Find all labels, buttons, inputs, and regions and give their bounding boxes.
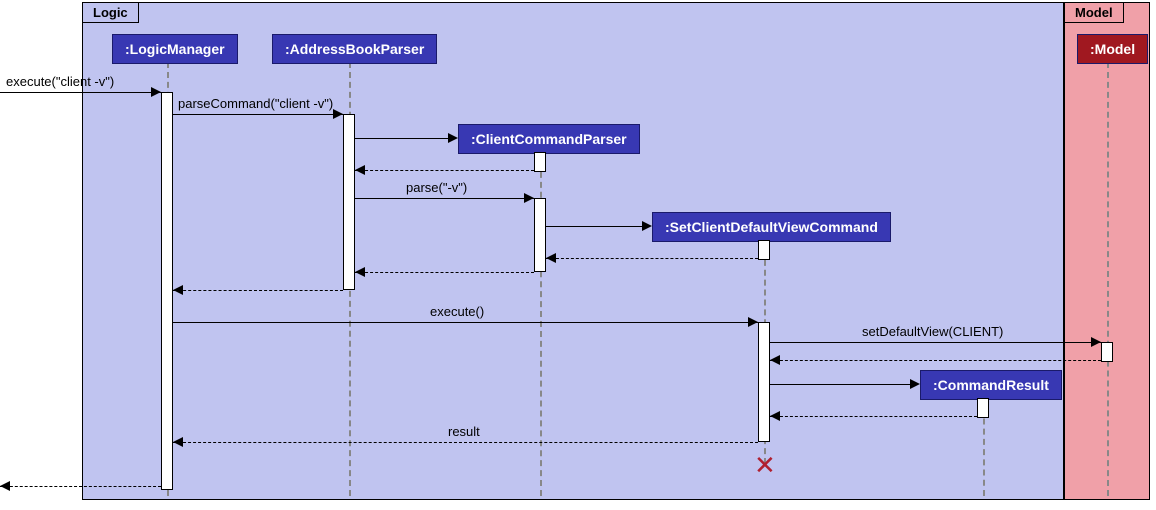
activation-setclientdefaultviewcommand-1 xyxy=(758,240,770,260)
line-setdefaultview xyxy=(770,342,1101,343)
lifeline-model xyxy=(1107,62,1109,496)
arrow-create-ccp xyxy=(448,133,458,143)
msg-setdefaultview: setDefaultView(CLIENT) xyxy=(862,324,1003,339)
line-execute-entry xyxy=(0,92,161,93)
line-create-ccp xyxy=(355,138,455,139)
line-create-cr xyxy=(770,384,918,385)
line-return-scdvc1 xyxy=(546,258,758,259)
participant-clientcommandparser: :ClientCommandParser xyxy=(458,124,640,154)
msg-parsecommand: parseCommand("client -v") xyxy=(178,96,333,111)
activation-model xyxy=(1101,342,1113,362)
participant-logicmanager: :LogicManager xyxy=(112,34,238,64)
line-create-scdvc xyxy=(546,226,650,227)
line-parse xyxy=(355,198,534,199)
arrow-exit xyxy=(0,481,10,491)
participant-addressbookparser: :AddressBookParser xyxy=(272,34,437,64)
line-return-ccp2 xyxy=(355,272,534,273)
line-exit xyxy=(0,486,161,487)
activation-commandresult xyxy=(977,398,989,418)
line-parsecommand xyxy=(173,114,343,115)
arrow-execute-entry xyxy=(151,87,161,97)
msg-execute-call: execute() xyxy=(430,304,484,319)
destroy-icon: ✕ xyxy=(754,450,776,481)
line-return-cr xyxy=(770,416,977,417)
model-frame-label: Model xyxy=(1065,3,1124,23)
activation-clientcommandparser-1 xyxy=(534,152,546,172)
arrow-execute-call xyxy=(748,317,758,327)
activation-logicmanager xyxy=(161,92,173,490)
line-return-ccp1 xyxy=(355,170,534,171)
arrow-return-scdvc1 xyxy=(546,253,556,263)
activation-addressbookparser xyxy=(343,114,355,290)
participant-setclientdefaultviewcommand: :SetClientDefaultViewCommand xyxy=(652,212,891,242)
line-return-abp xyxy=(173,290,343,291)
arrow-parse xyxy=(524,193,534,203)
arrow-parsecommand xyxy=(333,109,343,119)
msg-parse: parse("-v") xyxy=(406,180,467,195)
arrow-create-cr xyxy=(910,379,920,389)
line-return-model xyxy=(770,360,1101,361)
arrow-create-scdvc xyxy=(642,221,652,231)
arrow-return-cr xyxy=(770,411,780,421)
participant-model: :Model xyxy=(1077,34,1148,64)
line-execute-call xyxy=(173,322,758,323)
participant-commandresult: :CommandResult xyxy=(920,370,1062,400)
logic-frame: Logic xyxy=(82,2,1064,500)
arrow-return-model xyxy=(770,355,780,365)
arrow-return-ccp1 xyxy=(355,165,365,175)
arrow-setdefaultview xyxy=(1091,337,1101,347)
msg-execute-entry: execute("client -v") xyxy=(6,74,114,89)
line-result xyxy=(173,442,758,443)
activation-setclientdefaultviewcommand-2 xyxy=(758,322,770,442)
logic-frame-label: Logic xyxy=(83,3,139,23)
sequence-diagram: Logic Model :LogicManager :AddressBookPa… xyxy=(0,0,1156,510)
arrow-return-ccp2 xyxy=(355,267,365,277)
arrow-result xyxy=(173,437,183,447)
activation-clientcommandparser-2 xyxy=(534,198,546,272)
arrow-return-abp xyxy=(173,285,183,295)
msg-result: result xyxy=(448,424,480,439)
